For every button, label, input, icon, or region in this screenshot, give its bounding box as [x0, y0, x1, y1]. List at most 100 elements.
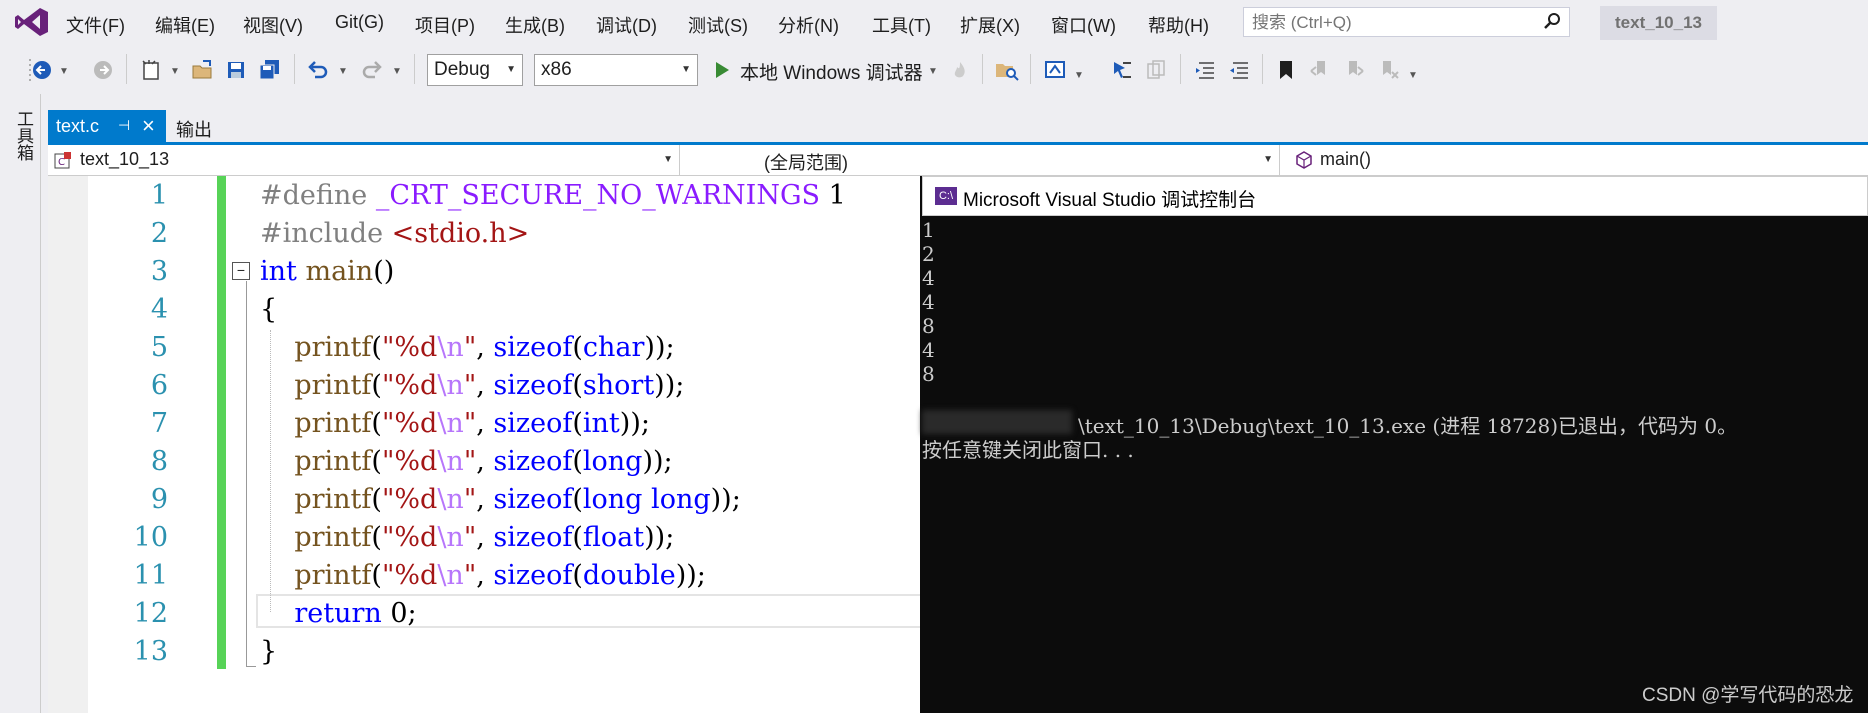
project-dropdown[interactable]: C text_10_13 ▼	[48, 145, 680, 175]
menu-item-7[interactable]: 测试(S)	[688, 12, 748, 38]
toolbox-strip	[0, 94, 41, 713]
search-icon[interactable]	[1543, 12, 1561, 30]
new-project-dropdown-icon[interactable]: ▼	[170, 66, 180, 77]
save-all-icon[interactable]	[258, 58, 282, 82]
toolbar-overflow-icon[interactable]: ▼	[1408, 70, 1418, 81]
menu-item-1[interactable]: 编辑(E)	[155, 12, 215, 38]
code-line-2: #include <stdio.h>	[260, 218, 530, 249]
svg-text:C: C	[58, 157, 65, 168]
navigation-bar: C text_10_13 ▼ (全局范围) ▼ main()	[48, 145, 1868, 176]
start-debugging-icon[interactable]	[710, 58, 734, 82]
solution-name-badge[interactable]: text_10_13	[1600, 6, 1717, 40]
scope-name: (全局范围)	[764, 153, 848, 173]
chevron-down-icon: ▼	[681, 64, 691, 75]
previous-bookmark-icon[interactable]	[1308, 58, 1332, 82]
menu-item-11[interactable]: 窗口(W)	[1051, 12, 1116, 38]
open-file-icon[interactable]	[190, 58, 214, 82]
collapse-toggle-icon[interactable]: −	[232, 262, 250, 280]
code-line-8: printf("%d\n", sizeof(long));	[294, 446, 673, 477]
code-line-4: {	[260, 294, 278, 325]
console-output-line: 8	[922, 362, 935, 386]
line-number: 6	[150, 370, 168, 401]
platform-value: x86	[541, 59, 572, 80]
copy-code-icon[interactable]	[1144, 58, 1168, 82]
project-name: text_10_13	[80, 149, 170, 169]
code-line-7: printf("%d\n", sizeof(int));	[294, 408, 650, 439]
menu-item-5[interactable]: 生成(B)	[505, 12, 565, 38]
close-icon[interactable]: ×	[142, 113, 155, 139]
hot-reload-icon[interactable]	[948, 58, 972, 82]
menu-item-0[interactable]: 文件(F)	[66, 12, 125, 38]
new-project-icon[interactable]	[139, 58, 163, 82]
console-title-bar[interactable]: C:\ Microsoft Visual Studio 调试控制台	[922, 176, 1868, 216]
console-output-line: 2	[922, 242, 935, 266]
toolbar-overflow-icon[interactable]: ▼	[1074, 70, 1084, 81]
pin-icon[interactable]: ⊣	[118, 117, 130, 134]
decrease-indent-icon[interactable]	[1193, 58, 1217, 82]
tab-output[interactable]: 输出	[176, 116, 212, 142]
c-project-icon: C	[54, 152, 71, 169]
code-line-10: printf("%d\n", sizeof(float));	[294, 522, 675, 553]
local-debugger-button[interactable]: 本地 Windows 调试器	[740, 58, 923, 85]
line-number: 13	[133, 636, 168, 667]
line-number: 4	[150, 294, 168, 325]
toolbar-separator	[126, 54, 127, 84]
member-name: main()	[1320, 149, 1372, 169]
console-title: Microsoft Visual Studio 调试控制台	[963, 190, 1257, 211]
next-bookmark-icon[interactable]	[1342, 58, 1366, 82]
line-number: 3	[150, 256, 168, 287]
line-number: 2	[150, 218, 168, 249]
chevron-down-icon: ▼	[1263, 154, 1273, 165]
code-line-13: }	[260, 636, 278, 667]
tab-text-c[interactable]: text.c ⊣ ×	[48, 110, 166, 142]
watermark: CSDN @学写代码的恐龙	[1642, 685, 1854, 706]
solution-explorer-icon[interactable]	[1043, 58, 1067, 82]
back-dropdown-icon[interactable]: ▼	[59, 66, 69, 77]
increase-indent-icon[interactable]	[1227, 58, 1251, 82]
toolbar-separator	[1180, 54, 1181, 84]
console-app-icon: C:\	[935, 187, 957, 205]
bookmark-icon[interactable]	[1274, 58, 1298, 82]
toolbox-tab[interactable]: 工具箱	[8, 110, 33, 161]
search-input[interactable]	[1244, 8, 1544, 38]
configuration-value: Debug	[434, 59, 490, 80]
save-icon[interactable]	[224, 58, 248, 82]
menu-item-8[interactable]: 分析(N)	[778, 12, 839, 38]
configuration-select[interactable]: Debug ▼	[427, 54, 523, 86]
debugger-dropdown-icon[interactable]: ▼	[928, 66, 938, 77]
navigate-forward-icon[interactable]	[91, 58, 115, 82]
menu-item-9[interactable]: 工具(T)	[872, 12, 931, 38]
undo-icon[interactable]	[306, 58, 330, 82]
menu-item-2[interactable]: 视图(V)	[243, 12, 303, 38]
menu-item-3[interactable]: Git(G)	[335, 12, 384, 33]
redacted-path	[922, 410, 1072, 434]
undo-dropdown-icon[interactable]: ▼	[338, 66, 348, 77]
menu-item-4[interactable]: 项目(P)	[415, 12, 475, 38]
outline-fold-end	[246, 666, 256, 667]
clear-bookmarks-icon[interactable]	[1376, 58, 1400, 82]
redo-dropdown-icon[interactable]: ▼	[392, 66, 402, 77]
standard-toolbar: ▼ ▼ ▼ ▼ Debug ▼ x86 ▼ ▼ ▼ ▼	[0, 46, 1868, 94]
menu-item-10[interactable]: 扩展(X)	[960, 12, 1020, 38]
select-element-icon[interactable]	[1110, 58, 1134, 82]
menu-item-12[interactable]: 帮助(H)	[1148, 12, 1209, 38]
outline-fold-line	[246, 281, 247, 666]
chevron-down-icon: ▼	[663, 154, 673, 165]
console-output-line: 1	[922, 218, 935, 242]
member-dropdown[interactable]: main()	[1288, 145, 1868, 175]
scope-dropdown[interactable]: (全局范围) ▼	[688, 145, 1280, 175]
toolbar-separator	[1262, 54, 1263, 84]
code-line-3: int main()	[260, 256, 395, 287]
platform-select[interactable]: x86 ▼	[534, 54, 698, 86]
line-number: 9	[150, 484, 168, 515]
menu-item-6[interactable]: 调试(D)	[596, 12, 657, 38]
chevron-down-icon: ▼	[506, 64, 516, 75]
code-line-1: #define _CRT_SECURE_NO_WARNINGS 1	[260, 180, 846, 211]
redo-icon[interactable]	[360, 58, 384, 82]
console-exit-message: \text_10_13\Debug\text_10_13.exe (进程 187…	[1078, 414, 1738, 438]
search-box[interactable]	[1243, 7, 1570, 38]
find-in-files-icon[interactable]	[995, 58, 1019, 82]
navigate-back-icon[interactable]	[30, 58, 54, 82]
console-press-key: 按任意键关闭此窗口. . .	[922, 438, 1134, 462]
code-line-5: printf("%d\n", sizeof(char));	[294, 332, 675, 363]
